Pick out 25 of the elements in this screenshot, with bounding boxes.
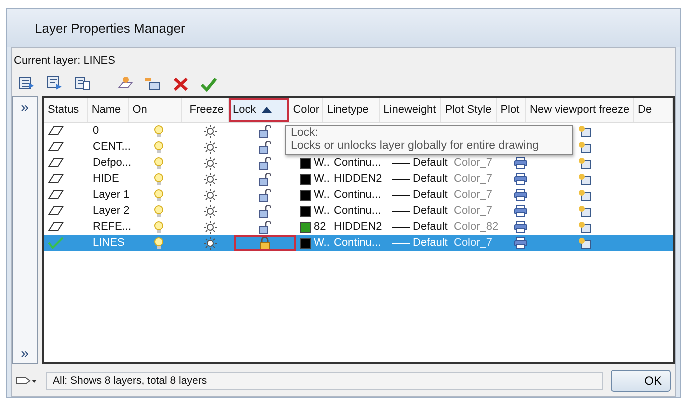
layer-name: LINES <box>93 237 125 249</box>
plot-style-name: Color_7 <box>454 237 493 249</box>
status-text: All: Shows 8 layers, total 8 layers <box>46 372 603 390</box>
color-name: W.. <box>314 157 330 169</box>
plot-style-name: Color_82 <box>454 221 499 233</box>
layer-name: Layer 1 <box>93 189 130 201</box>
plot-style-name: Color_7 <box>454 205 493 217</box>
plot-style-name: Color_7 <box>454 157 493 169</box>
layer-name: 0 <box>93 125 100 137</box>
tooltip-text: Locks or unlocks layer globally for entire drawing <box>291 140 540 153</box>
plot-style-name: Color_7 <box>454 189 493 201</box>
layer-name: Layer 2 <box>93 205 130 217</box>
layer-name: CENT... <box>93 141 131 153</box>
tooltip-title: Lock: <box>291 127 320 140</box>
layer-name: REFE... <box>93 221 132 233</box>
plot-style-name: Color_7 <box>454 173 493 185</box>
color-name: 82 <box>314 221 326 233</box>
color-name: W.. <box>314 237 330 249</box>
layer-name: Defpo... <box>93 157 132 169</box>
color-name: W.. <box>314 189 330 201</box>
color-name: W.. <box>314 173 330 185</box>
layer-name: HIDE <box>93 173 120 185</box>
current-layer-label: Current layer: LINES <box>14 55 116 67</box>
window-title: Layer Properties Manager <box>35 20 186 36</box>
color-name: W.. <box>314 205 330 217</box>
